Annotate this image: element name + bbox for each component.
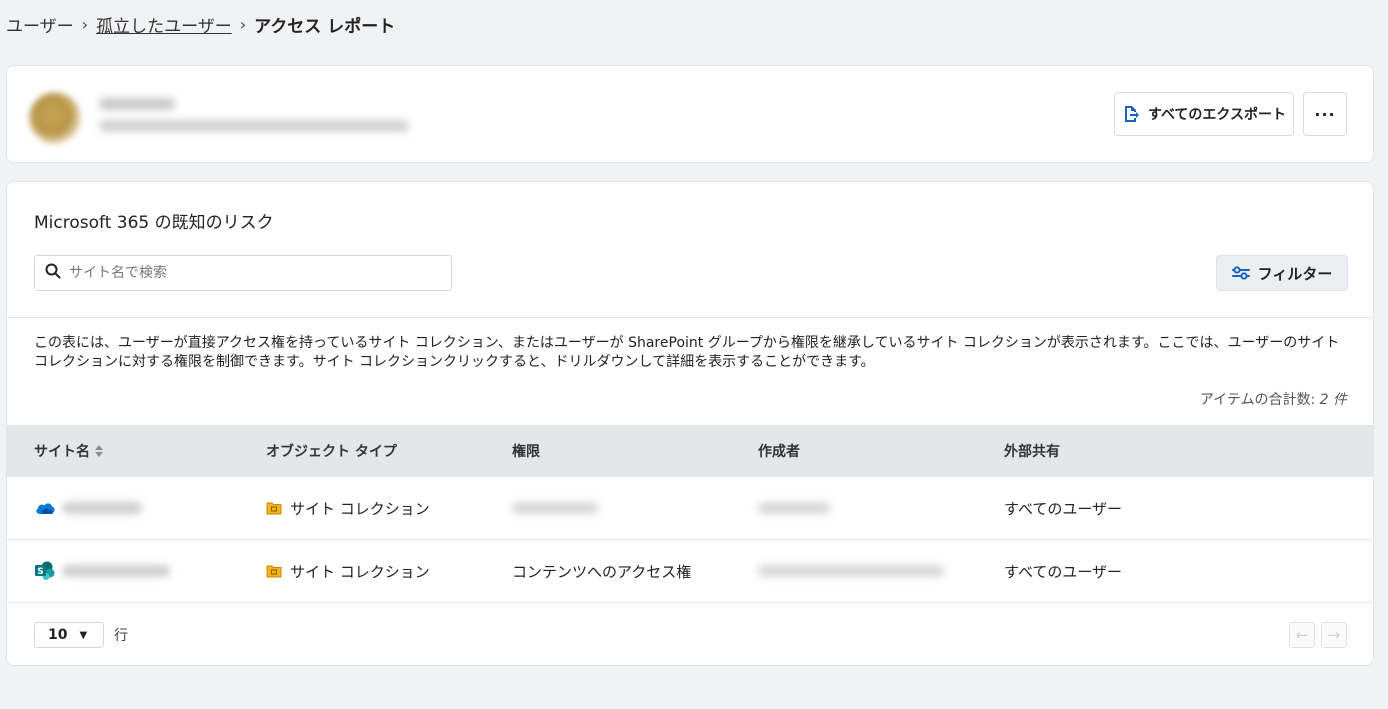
chevron-right-icon: ›: [81, 15, 89, 34]
creator-redacted: [758, 565, 944, 577]
total-items-label: アイテムの合計数:: [1199, 392, 1316, 408]
user-email-redacted: [99, 120, 409, 132]
breadcrumb-access-report: アクセス レポート: [254, 17, 396, 37]
external-sharing-cell: すべてのユーザー: [1004, 562, 1123, 581]
creator-cell: [758, 540, 944, 602]
permission-redacted: [512, 502, 598, 514]
site-name-cell[interactable]: S: [34, 540, 170, 602]
sort-icon[interactable]: [94, 444, 104, 458]
more-options-button[interactable]: ···: [1303, 92, 1347, 136]
column-permission: 権限: [512, 444, 540, 460]
rows-per-page-value: 10: [48, 627, 68, 643]
site-collection-icon: [266, 501, 282, 515]
filter-button[interactable]: フィルター: [1216, 255, 1348, 291]
previous-page-button[interactable]: ←: [1289, 622, 1315, 648]
breadcrumb-users[interactable]: ユーザー: [6, 12, 74, 37]
avatar: [29, 92, 81, 144]
total-items-count: 2 件: [1319, 392, 1347, 408]
rows-per-page-select[interactable]: 10 ▼: [34, 622, 104, 648]
column-external-sharing: 外部共有: [1004, 444, 1060, 460]
table-header: サイト名 オブジェクト タイプ 権限 作成者 外部共有: [7, 425, 1373, 477]
table-footer: 10 ▼ 行 ← →: [7, 603, 1373, 665]
creator-redacted: [758, 502, 830, 514]
section-title: Microsoft 365 の既知のリスク: [34, 213, 274, 233]
breadcrumb-orphaned-users[interactable]: 孤立したユーザー: [96, 12, 232, 37]
object-type-cell: サイト コレクション: [266, 540, 430, 602]
chevron-down-icon: ▼: [79, 629, 88, 641]
search-input[interactable]: [69, 265, 429, 281]
next-page-button[interactable]: →: [1321, 622, 1347, 648]
site-name-redacted: [62, 502, 142, 514]
onedrive-icon: [34, 500, 56, 516]
site-name-cell[interactable]: [34, 477, 142, 539]
object-type-label: サイト コレクション: [290, 562, 430, 581]
export-all-label: すべてのエクスポート: [1147, 107, 1287, 123]
export-all-button[interactable]: すべてのエクスポート: [1114, 92, 1294, 136]
arrow-right-icon: →: [1327, 626, 1341, 644]
table-description: この表には、ユーザーが直接アクセス権を持っているサイト コレクション、またはユー…: [34, 335, 1340, 370]
svg-text:S: S: [37, 567, 43, 577]
total-items: アイテムの合計数: 2 件: [1200, 389, 1347, 409]
column-object-type: オブジェクト タイプ: [266, 444, 397, 460]
site-name-redacted: [62, 565, 170, 577]
filter-icon: [1231, 265, 1250, 281]
creator-cell: [758, 477, 830, 539]
export-icon: [1122, 105, 1140, 123]
permission-cell: [512, 477, 598, 539]
table-row[interactable]: サイト コレクション すべてのユーザー: [7, 477, 1373, 540]
permission-cell: コンテンツへのアクセス権: [512, 562, 692, 581]
site-collection-icon: [266, 564, 282, 578]
rows-label: 行: [114, 628, 128, 644]
divider: [7, 317, 1373, 318]
search-box[interactable]: [34, 255, 452, 291]
more-icon: ···: [1314, 104, 1336, 124]
risks-card: Microsoft 365 の既知のリスク フィルター この表には、ユーザーが直…: [6, 181, 1374, 666]
breadcrumb: ユーザー › 孤立したユーザー › アクセス レポート: [6, 12, 395, 37]
column-site-name[interactable]: サイト名: [34, 425, 104, 477]
external-sharing-cell: すべてのユーザー: [1004, 499, 1123, 518]
filter-label: フィルター: [1257, 264, 1333, 283]
arrow-left-icon: ←: [1295, 626, 1309, 644]
object-type-label: サイト コレクション: [290, 499, 430, 518]
column-site-name-label: サイト名: [34, 444, 90, 460]
user-card: すべてのエクスポート ···: [6, 65, 1374, 163]
sharepoint-icon: S: [34, 561, 56, 581]
user-name-redacted: [99, 98, 175, 110]
object-type-cell: サイト コレクション: [266, 477, 430, 539]
search-icon: [45, 263, 61, 283]
column-creator: 作成者: [758, 444, 800, 460]
table-row[interactable]: S サイト コレクション コンテンツへのアクセス権 すべてのユーザー: [7, 540, 1373, 603]
chevron-right-icon: ›: [239, 15, 247, 34]
